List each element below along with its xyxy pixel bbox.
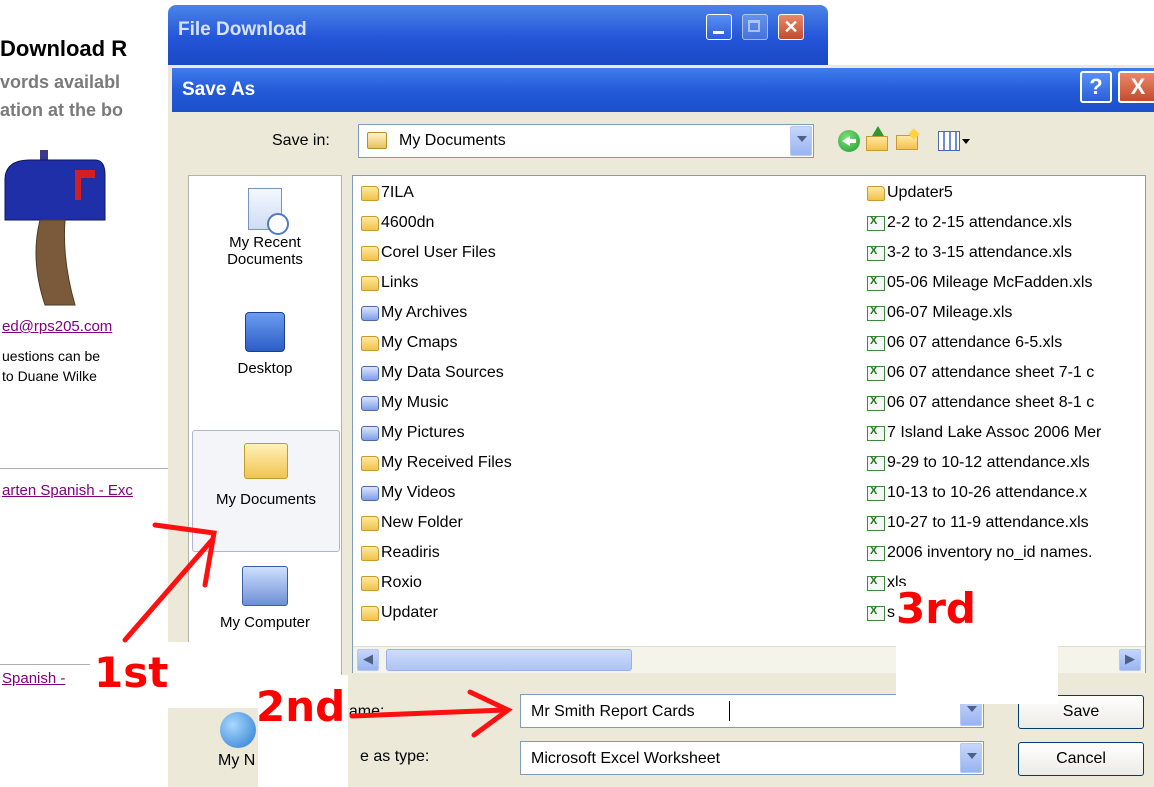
annotation-arrows [122, 522, 513, 738]
